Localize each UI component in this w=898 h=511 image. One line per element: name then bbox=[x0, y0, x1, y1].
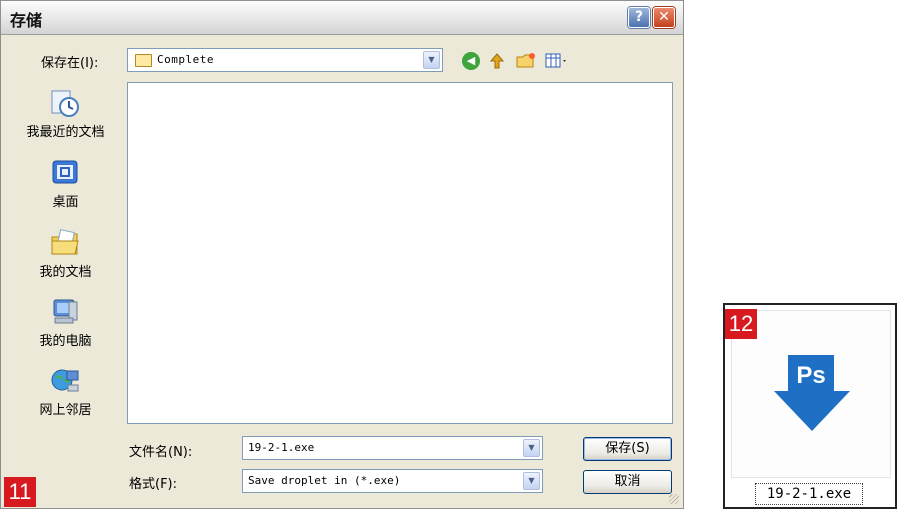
save-dialog: 存储 ? ✕ 保存在(I): Complete ▼ ◀ 我最近的文档 桌面 我的… bbox=[0, 0, 684, 509]
up-folder-icon[interactable] bbox=[488, 52, 506, 70]
look-in-dropdown-arrow[interactable]: ▼ bbox=[423, 51, 440, 69]
dialog-title: 存储 bbox=[10, 11, 43, 30]
place-my-computer[interactable]: 我的电脑 bbox=[13, 296, 118, 358]
title-bar[interactable]: 存储 ? ✕ bbox=[1, 1, 683, 35]
network-places-icon bbox=[51, 369, 79, 392]
cancel-button[interactable]: 取消 bbox=[583, 470, 672, 494]
format-value: Save droplet in (*.exe) bbox=[248, 474, 401, 487]
file-list[interactable] bbox=[127, 82, 673, 424]
resize-grip[interactable] bbox=[669, 494, 679, 504]
close-icon: ✕ bbox=[658, 9, 670, 25]
look-in-label: 保存在(I): bbox=[41, 56, 99, 71]
format-label: 格式(F): bbox=[129, 477, 178, 492]
place-network[interactable]: 网上邻居 bbox=[13, 365, 118, 427]
place-label: 我的电脑 bbox=[39, 334, 92, 349]
format-dropdown-arrow[interactable]: ▼ bbox=[523, 472, 540, 490]
places-bar: 我最近的文档 桌面 我的文档 我的电脑 网上邻居 bbox=[13, 82, 118, 492]
step-badge-12: 12 bbox=[725, 309, 757, 339]
my-computer-icon bbox=[53, 299, 78, 324]
photoshop-droplet-icon: Ps bbox=[774, 355, 850, 431]
save-button[interactable]: 保存(S) bbox=[583, 437, 672, 461]
help-button[interactable]: ? bbox=[628, 7, 650, 28]
filename-value: 19-2-1.exe bbox=[248, 441, 315, 454]
back-icon[interactable]: ◀ bbox=[462, 52, 480, 70]
look-in-dropdown[interactable]: Complete bbox=[127, 48, 443, 72]
place-label: 我最近的文档 bbox=[26, 125, 105, 140]
ps-icon-text: Ps bbox=[796, 362, 825, 389]
my-documents-icon bbox=[51, 229, 79, 255]
view-menu-icon[interactable] bbox=[545, 52, 567, 70]
desktop-icon bbox=[52, 160, 78, 184]
step-badge-11: 11 bbox=[4, 477, 36, 507]
place-label: 桌面 bbox=[52, 195, 79, 210]
place-label: 我的文档 bbox=[39, 265, 92, 280]
place-recent[interactable]: 我最近的文档 bbox=[13, 87, 118, 149]
place-my-documents[interactable]: 我的文档 bbox=[13, 227, 118, 289]
look-in-value: Complete bbox=[157, 53, 214, 66]
recent-documents-icon bbox=[51, 90, 79, 117]
filename-label: 文件名(N): bbox=[129, 445, 193, 460]
help-icon: ? bbox=[634, 9, 644, 25]
droplet-file-name[interactable]: 19-2-1.exe bbox=[755, 483, 863, 505]
format-dropdown[interactable]: Save droplet in (*.exe) bbox=[242, 469, 543, 493]
filename-dropdown-arrow[interactable]: ▼ bbox=[523, 439, 540, 457]
filename-field[interactable]: 19-2-1.exe bbox=[242, 436, 543, 460]
place-desktop[interactable]: 桌面 bbox=[13, 157, 118, 219]
close-button[interactable]: ✕ bbox=[653, 7, 675, 28]
new-folder-icon[interactable] bbox=[516, 52, 535, 70]
folder-icon bbox=[135, 54, 152, 67]
place-label: 网上邻居 bbox=[39, 403, 92, 418]
